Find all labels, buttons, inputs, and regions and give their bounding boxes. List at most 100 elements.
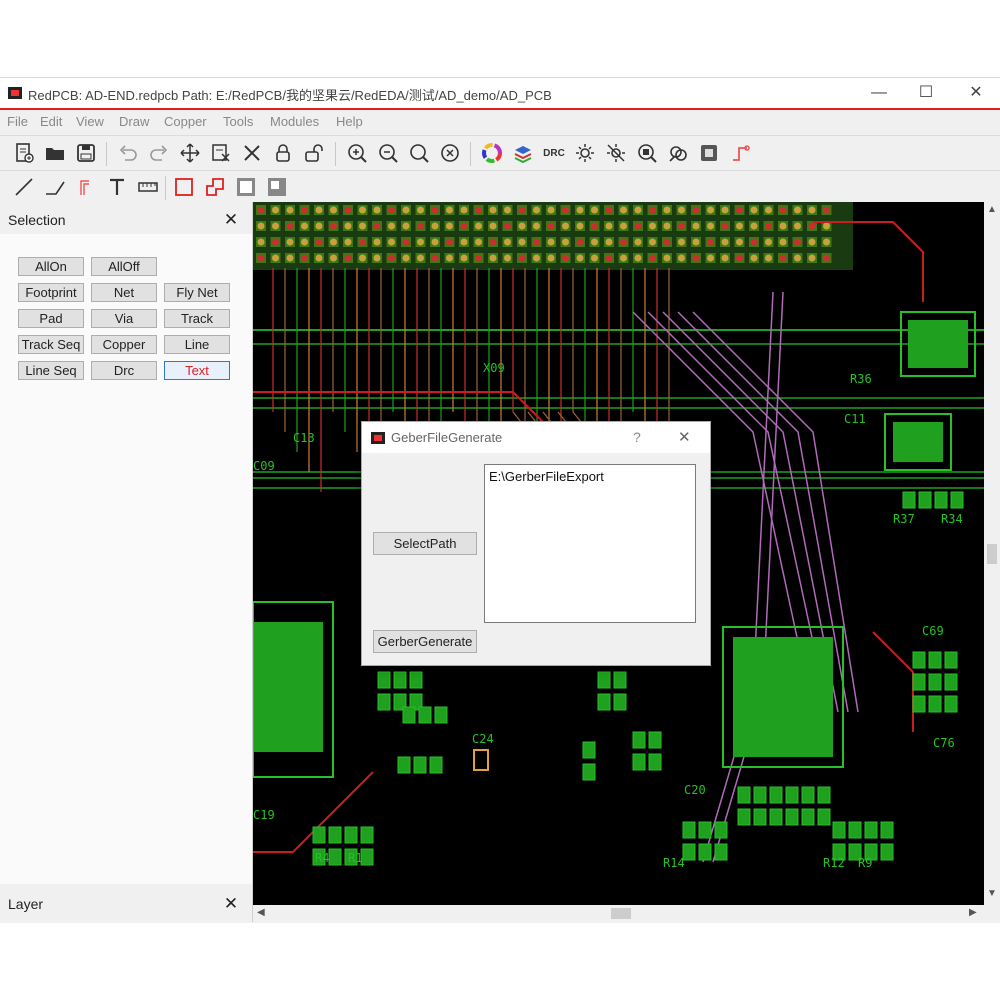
pcb-label-c24: C24 xyxy=(472,732,494,746)
bga-ball xyxy=(533,222,540,230)
edit-select-icon[interactable] xyxy=(208,140,234,166)
draw-toolbar xyxy=(0,170,1000,204)
pad-button[interactable]: Pad xyxy=(18,309,84,328)
component-icon[interactable] xyxy=(696,140,722,166)
bga-ball xyxy=(736,254,743,262)
ruler-icon[interactable] xyxy=(135,174,161,200)
unlock-icon[interactable] xyxy=(301,140,327,166)
allon-button[interactable]: AllOn xyxy=(18,257,84,276)
move-icon[interactable] xyxy=(177,140,203,166)
bga-ball xyxy=(301,206,308,214)
fly-net-button[interactable]: Fly Net xyxy=(164,283,230,302)
layers-icon[interactable] xyxy=(510,140,536,166)
menu-file[interactable]: File xyxy=(7,114,28,129)
new-file-icon[interactable] xyxy=(11,140,37,166)
scroll-right-icon[interactable]: ▶ xyxy=(969,907,977,918)
delete-icon[interactable] xyxy=(239,140,265,166)
path-textbox[interactable]: E:\GerberFileExport xyxy=(484,464,696,623)
smd-pad xyxy=(632,731,646,749)
menu-draw[interactable]: Draw xyxy=(119,114,149,129)
text-button[interactable]: Text xyxy=(164,361,230,380)
drc-button[interactable]: Drc xyxy=(91,361,157,380)
lock-icon[interactable] xyxy=(270,140,296,166)
menu-copper[interactable]: Copper xyxy=(164,114,207,129)
inspect-icon[interactable] xyxy=(634,140,660,166)
menu-tools[interactable]: Tools xyxy=(223,114,253,129)
dim-icon[interactable] xyxy=(603,140,629,166)
layer-panel-close-icon[interactable]: ✕ xyxy=(223,895,239,912)
redo-icon[interactable] xyxy=(146,140,172,166)
horizontal-scrollbar[interactable]: ◀ ▶ xyxy=(253,905,984,922)
track-button[interactable]: Track xyxy=(164,309,230,328)
text-icon[interactable] xyxy=(104,174,130,200)
smd-pad xyxy=(944,651,958,669)
bga-ball xyxy=(562,238,569,246)
cutout-icon[interactable] xyxy=(264,174,290,200)
smd-pad xyxy=(613,693,627,711)
smd-pad xyxy=(880,821,894,839)
track-icon[interactable] xyxy=(42,174,68,200)
fill-icon[interactable] xyxy=(233,174,259,200)
bga-ball xyxy=(286,206,294,214)
bga-ball xyxy=(286,238,294,246)
bga-ball xyxy=(547,206,555,214)
net-icon[interactable] xyxy=(665,140,691,166)
gerber-generate-button[interactable]: GerberGenerate xyxy=(373,630,477,653)
selected-component-outline xyxy=(473,749,489,771)
footprint-button[interactable]: Footprint xyxy=(18,283,84,302)
smd-pad xyxy=(934,491,948,509)
route-icon[interactable] xyxy=(727,140,753,166)
zoom-area-icon[interactable] xyxy=(437,140,463,166)
track-seq-button[interactable]: Track Seq xyxy=(18,335,84,354)
selection-panel-close-icon[interactable]: ✕ xyxy=(223,211,239,228)
dialog-close-button[interactable]: ✕ xyxy=(678,428,691,446)
line-icon[interactable] xyxy=(11,174,37,200)
alloff-button[interactable]: AllOff xyxy=(91,257,157,276)
open-folder-icon[interactable] xyxy=(42,140,68,166)
close-button[interactable]: ✕ xyxy=(961,82,991,104)
maximize-button[interactable]: ☐ xyxy=(911,82,941,104)
via-button[interactable]: Via xyxy=(91,309,157,328)
vertical-scrollbar[interactable]: ▲ ▼ xyxy=(984,202,1000,905)
line-button[interactable]: Line xyxy=(164,335,230,354)
scroll-left-icon[interactable]: ◀ xyxy=(257,907,265,918)
bga-ball xyxy=(562,222,569,230)
menu-view[interactable]: View xyxy=(76,114,104,129)
smd-pad xyxy=(944,695,958,713)
horizontal-scroll-thumb[interactable] xyxy=(611,908,631,919)
bga-ball xyxy=(649,254,656,262)
highlight-icon[interactable] xyxy=(572,140,598,166)
bga-ball xyxy=(301,222,308,230)
vertical-scroll-thumb[interactable] xyxy=(987,544,997,564)
scroll-down-icon[interactable]: ▼ xyxy=(987,888,997,899)
zoom-out-icon[interactable] xyxy=(375,140,401,166)
minimize-button[interactable]: — xyxy=(864,82,894,104)
polygon-icon[interactable] xyxy=(202,174,228,200)
menu-modules[interactable]: Modules xyxy=(270,114,319,129)
drc-icon[interactable]: DRC xyxy=(541,140,567,166)
net-button[interactable]: Net xyxy=(91,283,157,302)
bga-ball xyxy=(721,222,729,230)
menu-edit[interactable]: Edit xyxy=(40,114,62,129)
undo-icon[interactable] xyxy=(115,140,141,166)
zoom-fit-icon[interactable] xyxy=(406,140,432,166)
zoom-in-icon[interactable] xyxy=(344,140,370,166)
bga-ball xyxy=(663,206,671,214)
scroll-up-icon[interactable]: ▲ xyxy=(987,204,997,215)
bga-ball xyxy=(634,254,642,262)
bga-ball xyxy=(359,254,366,262)
diff-pair-icon[interactable] xyxy=(73,174,99,200)
rectangle-icon[interactable] xyxy=(171,174,197,200)
dialog-help-button[interactable]: ? xyxy=(633,429,641,445)
select-path-button[interactable]: SelectPath xyxy=(373,532,477,555)
smd-pad xyxy=(582,763,596,781)
menu-help[interactable]: Help xyxy=(336,114,363,129)
save-icon[interactable] xyxy=(73,140,99,166)
line-seq-button[interactable]: Line Seq xyxy=(18,361,84,380)
bga-ball xyxy=(794,254,801,262)
copper-button[interactable]: Copper xyxy=(91,335,157,354)
smd-pad xyxy=(344,826,358,844)
smd-pad xyxy=(698,821,712,839)
smd-pad xyxy=(409,671,423,689)
color-wheel-icon[interactable] xyxy=(479,140,505,166)
